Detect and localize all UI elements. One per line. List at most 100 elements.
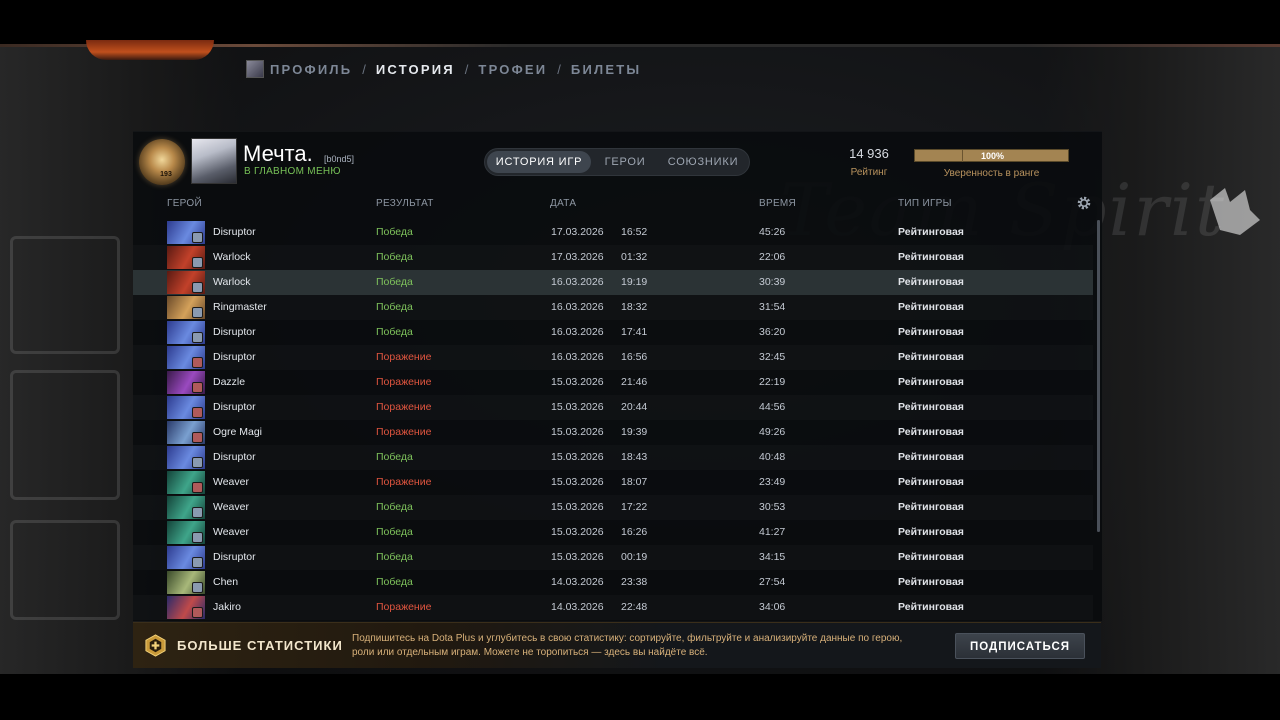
column-header-result[interactable]: РЕЗУЛЬТАТ: [376, 198, 434, 209]
column-header-duration[interactable]: ВРЕМЯ: [759, 198, 796, 209]
scrollbar-thumb[interactable]: [1097, 220, 1100, 532]
table-row[interactable]: Ringmaster Победа 16.03.2026 18:32 31:54 Рейт…: [133, 295, 1093, 320]
profile-icon[interactable]: [246, 60, 264, 78]
match-result: Поражение: [376, 376, 432, 388]
game-type: Рейтинговая: [898, 251, 964, 263]
hero-portrait[interactable]: [167, 221, 205, 244]
match-duration: 22:06: [759, 251, 786, 263]
column-header-date[interactable]: ДАТА: [550, 198, 576, 209]
role-badge-icon: [192, 582, 203, 593]
match-date: 16.03.2026: [551, 326, 604, 338]
table-row[interactable]: Disruptor Поражение 16.03.2026 16:56 32:45 Ре…: [133, 345, 1093, 370]
hero-portrait[interactable]: [167, 546, 205, 569]
rating-label: Рейтинг: [850, 167, 888, 178]
tab-heroes[interactable]: ГЕРОИ: [595, 151, 655, 173]
game-type: Рейтинговая: [898, 276, 964, 288]
tab-match-history[interactable]: ИСТОРИЯ ИГР: [487, 151, 591, 173]
hero-portrait[interactable]: [167, 521, 205, 544]
match-start-time: 18:07: [621, 476, 648, 488]
table-row[interactable]: Ogre Magi Поражение 15.03.2026 19:39 49:26 Ре…: [133, 420, 1093, 445]
table-row[interactable]: Disruptor Победа 16.03.2026 17:41 36:20 Рейти…: [133, 320, 1093, 345]
table-row[interactable]: Dazzle Поражение 15.03.2026 21:46 22:19 Рейти…: [133, 370, 1093, 395]
tab-allies[interactable]: СОЮЗНИКИ: [659, 151, 747, 173]
match-duration: 32:45: [759, 351, 786, 363]
nav-tickets[interactable]: БИЛЕТЫ: [571, 62, 641, 77]
hero-name: Warlock: [213, 251, 251, 263]
hero-name: Disruptor: [213, 226, 256, 238]
match-duration: 36:20: [759, 326, 786, 338]
nav-history[interactable]: ИСТОРИЯ: [376, 62, 455, 77]
match-start-time: 17:22: [621, 501, 648, 513]
match-start-time: 16:26: [621, 526, 648, 538]
top-emblem: [86, 40, 214, 60]
hero-portrait[interactable]: [167, 246, 205, 269]
nav-profile[interactable]: ПРОФИЛЬ: [270, 62, 352, 77]
table-row[interactable]: Disruptor Поражение 15.03.2026 20:44 44:56 Ре…: [133, 395, 1093, 420]
table-row[interactable]: Jakiro Поражение 14.03.2026 22:48 34:06 Рейти…: [133, 595, 1093, 620]
dota-plus-promo-banner: БОЛЬШЕ СТАТИСТИКИ Подпишитесь на Dota Pl…: [133, 622, 1101, 668]
table-row[interactable]: Disruptor Победа 15.03.2026 00:19 34:15 Рейти…: [133, 545, 1093, 570]
scrollbar[interactable]: [1097, 220, 1100, 532]
table-row[interactable]: Warlock Победа 16.03.2026 19:19 30:39 Рейтинг…: [133, 270, 1093, 295]
match-duration: 41:27: [759, 526, 786, 538]
column-header-hero[interactable]: ГЕРОЙ: [167, 198, 202, 209]
game-type: Рейтинговая: [898, 601, 964, 613]
hero-portrait[interactable]: [167, 396, 205, 419]
game-type: Рейтинговая: [898, 526, 964, 538]
hero-name: Disruptor: [213, 451, 256, 463]
hero-name: Chen: [213, 576, 239, 588]
gear-icon[interactable]: [1076, 195, 1092, 211]
hero-portrait[interactable]: [167, 471, 205, 494]
match-start-time: 21:46: [621, 376, 648, 388]
match-start-time: 18:32: [621, 301, 648, 313]
hero-portrait[interactable]: [167, 571, 205, 594]
hero-portrait[interactable]: [167, 296, 205, 319]
role-badge-icon: [192, 357, 203, 368]
match-date: 15.03.2026: [551, 551, 604, 563]
hero-portrait[interactable]: [167, 371, 205, 394]
hero-name: Disruptor: [213, 326, 256, 338]
role-badge-icon: [192, 507, 203, 518]
table-row[interactable]: Warlock Победа 17.03.2026 01:32 22:06 Рейтинг…: [133, 245, 1093, 270]
table-row[interactable]: Weaver Поражение 15.03.2026 18:07 23:49 Рейти…: [133, 470, 1093, 495]
hero-portrait[interactable]: [167, 321, 205, 344]
nav-separator: /: [557, 61, 561, 77]
table-row[interactable]: Weaver Победа 15.03.2026 16:26 41:27 Рейтинго…: [133, 520, 1093, 545]
match-duration: 40:48: [759, 451, 786, 463]
match-duration: 45:26: [759, 226, 786, 238]
avatar[interactable]: [191, 138, 237, 184]
rank-medal-icon[interactable]: [139, 139, 185, 185]
table-row[interactable]: Weaver Победа 15.03.2026 17:22 30:53 Рейтинго…: [133, 495, 1093, 520]
match-result: Победа: [376, 451, 413, 463]
game-type: Рейтинговая: [898, 376, 964, 388]
promo-title: БОЛЬШЕ СТАТИСТИКИ: [177, 638, 343, 653]
hero-portrait[interactable]: [167, 271, 205, 294]
hero-portrait[interactable]: [167, 596, 205, 619]
nav-separator: /: [362, 61, 366, 77]
match-start-time: 18:43: [621, 451, 648, 463]
match-duration: 34:15: [759, 551, 786, 563]
match-result: Победа: [376, 226, 413, 238]
hero-portrait[interactable]: [167, 496, 205, 519]
hero-name: Warlock: [213, 276, 251, 288]
nav-separator: /: [464, 61, 469, 77]
role-badge-icon: [192, 557, 203, 568]
match-history-panel: 193 Мечта. [b0nd5] В ГЛАВНОМ МЕНЮ ИСТОРИ…: [133, 131, 1102, 621]
hero-name: Disruptor: [213, 401, 256, 413]
nav-trophies[interactable]: ТРОФЕИ: [478, 62, 547, 77]
hero-portrait[interactable]: [167, 421, 205, 444]
hero-portrait[interactable]: [167, 346, 205, 369]
match-result: Победа: [376, 301, 413, 313]
column-header-game-type[interactable]: ТИП ИГРЫ: [898, 198, 952, 209]
hero-portrait[interactable]: [167, 446, 205, 469]
player-name: Мечта.: [243, 141, 313, 166]
match-start-time: 16:56: [621, 351, 648, 363]
match-date: 16.03.2026: [551, 301, 604, 313]
hero-name: Disruptor: [213, 351, 256, 363]
subscribe-button[interactable]: ПОДПИСАТЬСЯ: [955, 633, 1085, 659]
match-date: 15.03.2026: [551, 476, 604, 488]
table-row[interactable]: Disruptor Победа 17.03.2026 16:52 45:26 Рейти…: [133, 220, 1093, 245]
match-start-time: 19:39: [621, 426, 648, 438]
table-row[interactable]: Disruptor Победа 15.03.2026 18:43 40:48 Рейти…: [133, 445, 1093, 470]
table-row[interactable]: Chen Победа 14.03.2026 23:38 27:54 Рейтингова…: [133, 570, 1093, 595]
